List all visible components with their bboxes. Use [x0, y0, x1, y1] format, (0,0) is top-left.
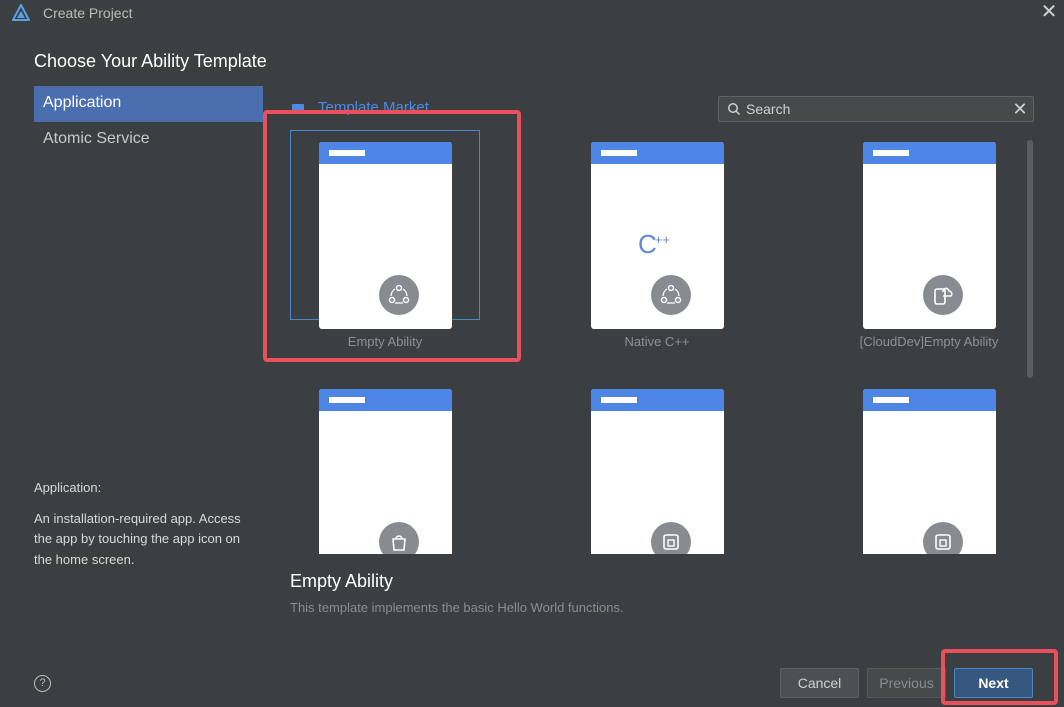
- template-label: Native C++: [624, 334, 690, 349]
- app-logo-icon: [12, 4, 30, 21]
- search-input[interactable]: [746, 99, 1006, 119]
- sidebar-item-atomic-service[interactable]: Atomic Service: [34, 122, 263, 158]
- cloud-device-icon: [923, 275, 963, 315]
- clear-icon: ✕: [1012, 99, 1028, 119]
- help-icon[interactable]: ?: [34, 675, 51, 692]
- template-grid: Empty Ability C++ Native C++ [CloudDev]E…: [280, 130, 1020, 554]
- category-description-text: An installation-required app. Access the…: [34, 510, 241, 567]
- cancel-button[interactable]: Cancel: [780, 668, 859, 698]
- search-clear-button[interactable]: ✕: [1009, 98, 1031, 120]
- previous-button[interactable]: Previous: [867, 668, 946, 698]
- template-label: Empty Ability: [347, 334, 423, 349]
- selected-template-description: This template implements the basic Hello…: [290, 600, 624, 615]
- next-button[interactable]: Next: [954, 668, 1033, 698]
- close-window-button[interactable]: ✕: [1038, 2, 1060, 24]
- close-icon: ✕: [1040, 1, 1058, 23]
- selected-template-title: Empty Ability: [290, 571, 394, 591]
- device-icon: [923, 522, 963, 554]
- sidebar-item-application[interactable]: Application: [34, 86, 263, 122]
- store-icon: [292, 104, 304, 113]
- page-title: Choose Your Ability Template: [34, 51, 267, 71]
- template-label: [CloudDev]Empty Ability: [859, 334, 999, 349]
- category-sidebar: Application Atomic Service: [34, 86, 263, 158]
- category-description: Application: An installation-required ap…: [34, 478, 249, 570]
- template-market-link[interactable]: Template Market: [318, 99, 429, 116]
- title-bar: Create Project ✕: [0, 0, 1064, 26]
- cpp-logo: C++: [638, 229, 670, 259]
- template-grid-scrollbar[interactable]: [1027, 140, 1033, 378]
- category-description-title: Application:: [34, 480, 102, 495]
- window-title: Create Project: [43, 5, 133, 21]
- ability-icon: [651, 275, 691, 315]
- search-box: ✕: [718, 96, 1034, 122]
- search-icon: [728, 103, 741, 116]
- bag-icon: [379, 522, 419, 554]
- ability-icon: [379, 275, 419, 315]
- device-icon: [651, 522, 691, 554]
